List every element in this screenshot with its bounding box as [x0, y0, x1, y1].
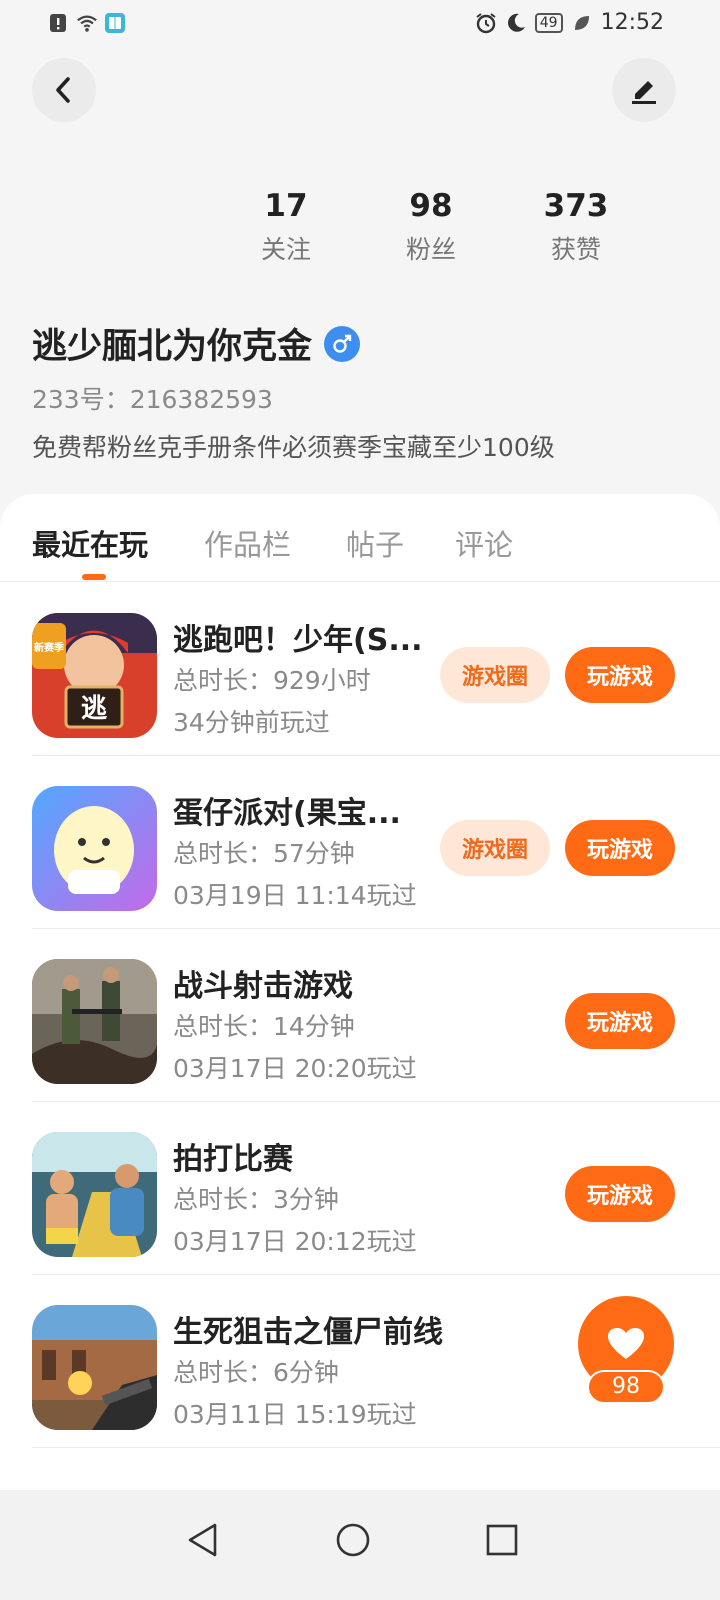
play-game-button[interactable]: 玩游戏 [565, 1166, 675, 1222]
game-last-played: 03月11日 15:19玩过 [173, 1400, 417, 1429]
game-icon[interactable]: 逃 新赛季 [32, 613, 157, 738]
nav-back-button[interactable] [172, 1510, 232, 1570]
nickname-row: 逃少腼北为你克金 [32, 318, 361, 369]
moon-icon [507, 13, 525, 32]
game-duration: 总时长：14分钟 [173, 1012, 355, 1041]
stat-likes[interactable]: 373 获赞 [516, 186, 636, 266]
male-icon [324, 325, 361, 362]
game-title: 战斗射击游戏 [173, 969, 353, 1004]
play-game-button[interactable]: 玩游戏 [565, 820, 675, 876]
edit-icon [632, 81, 656, 104]
tab-bar: 最近在玩 作品栏 帖子 评论 [0, 494, 720, 582]
nav-recents-button[interactable] [472, 1510, 532, 1570]
game-last-played: 03月19日 11:14玩过 [173, 881, 417, 910]
nav-recents-icon [486, 1524, 518, 1556]
stat-label: 获赞 [550, 235, 601, 264]
nav-home-button[interactable] [323, 1510, 383, 1570]
game-row[interactable]: 战斗射击游戏 总时长：14分钟 03月17日 20:20玩过 玩游戏 [0, 929, 720, 1102]
divider [32, 1447, 720, 1448]
game-circle-button[interactable]: 游戏圈 [440, 647, 550, 703]
game-row[interactable]: 逃 新赛季 逃跑吧！少年(S... 总时长：929小时 34分钟前玩过 游戏圈 … [0, 583, 720, 756]
game-last-played: 03月17日 20:12玩过 [173, 1227, 417, 1256]
game-duration: 总时长：929小时 [173, 666, 371, 695]
game-last-played: 34分钟前玩过 [173, 708, 330, 737]
stat-value: 17 [264, 188, 308, 224]
stat-label: 粉丝 [405, 235, 456, 264]
system-nav-bar [0, 1490, 720, 1600]
leaf-icon [574, 15, 589, 30]
reader-app-icon [105, 13, 125, 33]
user-id: 233号：216382593 [32, 385, 273, 414]
nav-back-icon [188, 1523, 217, 1557]
stat-following[interactable]: 17 关注 [226, 186, 346, 266]
stat-value: 373 [543, 188, 609, 224]
tab-posts[interactable]: 帖子 [346, 522, 404, 564]
stat-value: 98 [409, 188, 453, 224]
stat-fans[interactable]: 98 粉丝 [371, 186, 491, 266]
heart-icon [608, 1328, 644, 1359]
tab-comments[interactable]: 评论 [455, 522, 513, 564]
game-duration: 总时长：3分钟 [173, 1185, 339, 1214]
edit-profile-button[interactable] [612, 58, 676, 122]
game-icon-badge: 新赛季 [34, 641, 65, 654]
game-icon[interactable] [32, 786, 157, 911]
alert-icon [50, 14, 66, 32]
game-last-played: 03月17日 20:20玩过 [173, 1054, 417, 1083]
back-arrow-icon [56, 77, 70, 103]
battery-indicator: 49 [534, 12, 563, 33]
game-duration: 总时长：6分钟 [173, 1358, 339, 1387]
game-icon[interactable] [32, 959, 157, 1084]
back-button[interactable] [32, 58, 96, 122]
game-title: 逃跑吧！少年(S... [173, 623, 423, 658]
user-bio: 免费帮粉丝克手册条件必须赛季宝藏至少100级 [32, 433, 555, 462]
game-title: 拍打比赛 [173, 1142, 293, 1177]
tab-indicator [82, 574, 106, 580]
game-row[interactable]: 蛋仔派对(果宝... 总时长：57分钟 03月19日 11:14玩过 游戏圈 玩… [0, 756, 720, 929]
nickname: 逃少腼北为你克金 [32, 327, 313, 367]
like-count: 98 [587, 1370, 665, 1404]
wifi-icon [77, 15, 97, 32]
game-title: 蛋仔派对(果宝... [173, 796, 401, 831]
game-icon[interactable] [32, 1305, 157, 1430]
status-bar: 49 12:52 [0, 0, 720, 50]
play-game-button[interactable]: 玩游戏 [565, 993, 675, 1049]
stat-label: 关注 [260, 235, 311, 264]
game-duration: 总时长：57分钟 [173, 839, 355, 868]
play-game-button[interactable]: 玩游戏 [565, 647, 675, 703]
game-icon-text: 逃 [81, 694, 107, 724]
game-circle-button[interactable]: 游戏圈 [440, 820, 550, 876]
alarm-icon [476, 12, 496, 33]
like-button[interactable]: 98 [578, 1296, 674, 1406]
tab-recently-played[interactable]: 最近在玩 [32, 522, 148, 564]
status-time: 12:52 [600, 10, 664, 35]
nav-home-icon [336, 1523, 370, 1557]
game-icon[interactable] [32, 1132, 157, 1257]
game-row[interactable]: 拍打比赛 总时长：3分钟 03月17日 20:12玩过 玩游戏 [0, 1102, 720, 1275]
tab-works[interactable]: 作品栏 [204, 522, 291, 564]
game-title: 生死狙击之僵尸前线 [173, 1315, 443, 1350]
